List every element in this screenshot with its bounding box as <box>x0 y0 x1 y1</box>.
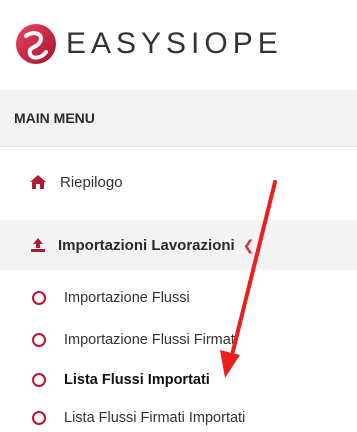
brand-logo[interactable]: EASYSIOPE <box>14 22 283 66</box>
sidebar-subitem-label: Importazione Flussi <box>64 290 190 306</box>
home-icon <box>30 175 46 189</box>
sidebar-subitem-label: Lista Flussi Firmati Importati <box>64 410 246 426</box>
circle-icon <box>32 333 46 347</box>
easysiope-logo-icon <box>16 24 56 64</box>
circle-icon <box>32 411 46 425</box>
upload-icon <box>31 238 45 252</box>
main-menu-title: MAIN MENU <box>14 110 95 126</box>
sidebar-subitem-label: Lista Flussi Importati <box>64 372 210 388</box>
chevron-left-icon: ❮ <box>242 236 255 253</box>
sidebar-item-label: Riepilogo <box>60 173 123 191</box>
brand-name: EASYSIOPE <box>66 27 283 60</box>
sidebar-group-label: Importazioni Lavorazioni <box>58 236 235 254</box>
sidebar-subitem-lista-flussi-firmati-importati[interactable]: Lista Flussi Firmati Importati <box>0 398 357 432</box>
sidebar-group-importazioni[interactable]: Importazioni Lavorazioni ❮ <box>0 220 357 270</box>
circle-icon <box>32 373 46 387</box>
sidebar-subitem-lista-flussi-importati[interactable]: Lista Flussi Importati <box>0 360 357 400</box>
main-menu-header: MAIN MENU <box>0 90 357 147</box>
sidebar-subitem-label: Importazione Flussi Firmati <box>64 332 239 348</box>
circle-icon <box>32 291 46 305</box>
sidebar-item-riepilogo[interactable]: Riepilogo <box>0 160 357 204</box>
sidebar-subitem-importazione-flussi[interactable]: Importazione Flussi <box>0 278 357 318</box>
sidebar-subitem-importazione-flussi-firmati[interactable]: Importazione Flussi Firmati <box>0 320 357 360</box>
sidebar-page: EASYSIOPE MAIN MENU Riepilogo Importazio… <box>0 0 357 432</box>
